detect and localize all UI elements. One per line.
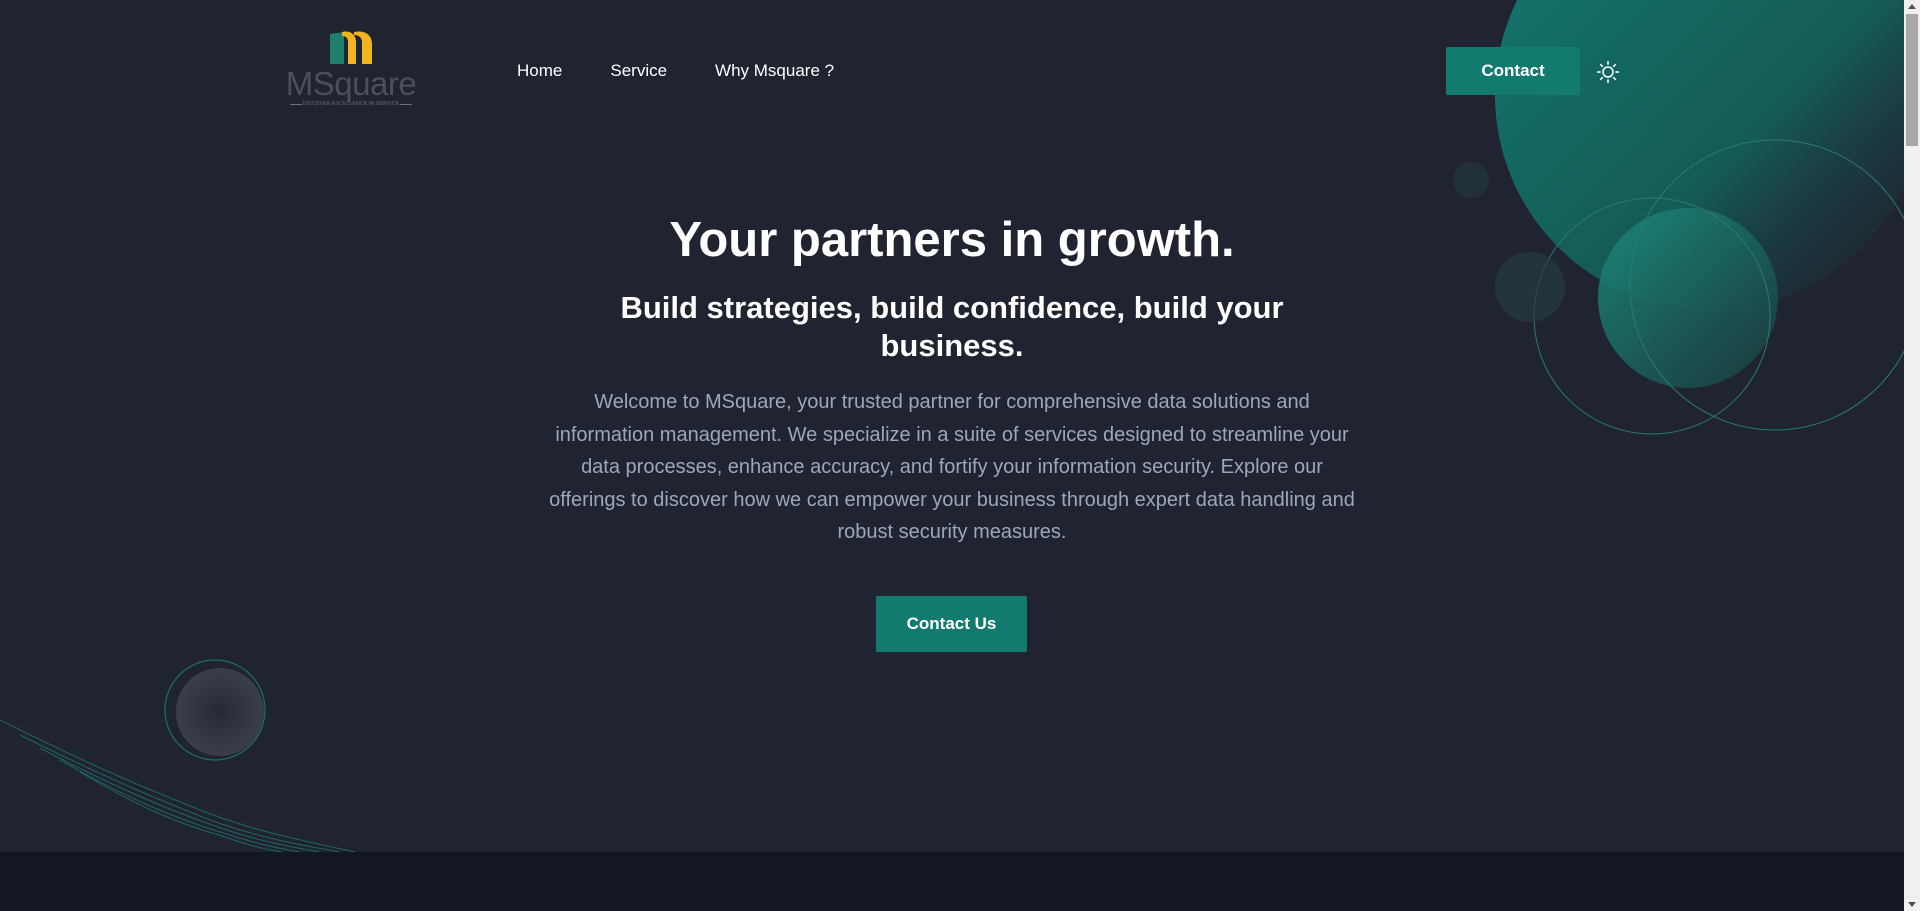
contact-button[interactable]: Contact bbox=[1446, 47, 1580, 95]
nav-service[interactable]: Service bbox=[610, 60, 667, 82]
sun-icon[interactable] bbox=[1596, 60, 1620, 84]
page-scrollbar[interactable] bbox=[1904, 0, 1920, 911]
logo-tagline: DISCOVER EXCELLENCE IN SERVICE bbox=[302, 101, 400, 107]
left-bubble bbox=[176, 668, 264, 756]
mid-teal-circle bbox=[1598, 208, 1778, 388]
hero-section: MSquare DISCOVER EXCELLENCE IN SERVICE H… bbox=[0, 0, 1904, 852]
nav-why-msquare[interactable]: Why Msquare ? bbox=[715, 60, 834, 82]
nav-home[interactable]: Home bbox=[517, 60, 562, 82]
tiny-bubble bbox=[1453, 162, 1489, 198]
main-nav: Home Service Why Msquare ? bbox=[517, 60, 882, 82]
hero-description: Welcome to MSquare, your trusted partner… bbox=[549, 391, 1355, 544]
msquare-logo[interactable]: MSquare DISCOVER EXCELLENCE IN SERVICE bbox=[284, 30, 418, 110]
scroll-thumb[interactable] bbox=[1906, 14, 1918, 146]
logo-divider-right bbox=[400, 104, 412, 105]
hero-title: Your partners in growth. bbox=[669, 213, 1235, 267]
scroll-down-arrow-icon[interactable] bbox=[1908, 902, 1916, 907]
next-section bbox=[0, 852, 1904, 911]
small-bubble bbox=[1495, 252, 1565, 322]
wave-lines bbox=[0, 719, 356, 852]
contact-us-button[interactable]: Contact Us bbox=[876, 596, 1027, 652]
logo-wordmark: MSquare bbox=[285, 65, 417, 102]
logo-mark-icon bbox=[330, 31, 372, 64]
scroll-up-arrow-icon[interactable] bbox=[1908, 4, 1916, 9]
page: MSquare DISCOVER EXCELLENCE IN SERVICE H… bbox=[0, 0, 1904, 911]
hero-subtitle: Build strategies, build confidence, buil… bbox=[620, 290, 1284, 363]
